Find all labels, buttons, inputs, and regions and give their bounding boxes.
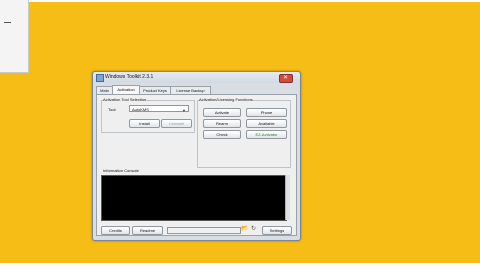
activate-button[interactable]: Activate: [203, 108, 241, 117]
tool-select[interactable]: AutoKMS ▼: [129, 105, 189, 113]
licensing-functions-group-title: Activation/Licensing Functions: [199, 97, 253, 102]
tool-select-value: AutoKMS: [132, 107, 149, 112]
check-button[interactable]: Check: [203, 130, 241, 139]
console-label: Information Console: [103, 168, 139, 173]
folder-icon[interactable]: 📂: [241, 226, 248, 233]
chevron-down-icon: ▼: [182, 108, 186, 113]
information-console[interactable]: [101, 175, 287, 221]
title-bar[interactable]: Windows Toolkit 2.3.1 ✕: [93, 72, 300, 83]
tab-product-keys[interactable]: Product Keys: [139, 86, 171, 94]
tab-main[interactable]: Main: [96, 86, 113, 94]
desktop-bottom-strip: [0, 263, 480, 270]
tab-activation[interactable]: Activation: [112, 85, 140, 94]
activation-tool-group-title: Activation Tool Selection: [103, 97, 147, 102]
app-window: Windows Toolkit 2.3.1 ✕ Main Activation …: [92, 71, 301, 241]
app-icon: [96, 74, 104, 82]
background-window-fragment: [0, 0, 29, 73]
readme-button[interactable]: Readme: [132, 226, 163, 235]
settings-button[interactable]: Settings: [262, 226, 292, 235]
install-button[interactable]: Install: [129, 119, 160, 128]
available-button[interactable]: Available: [246, 119, 287, 128]
phone-button[interactable]: Phone: [246, 108, 287, 117]
window-title: Windows Toolkit 2.3.1: [105, 74, 154, 80]
desktop-top-strip: [0, 0, 480, 2]
rearm-button[interactable]: Rearm: [203, 119, 241, 128]
ez-activator-button[interactable]: EZ-Activator: [246, 130, 287, 139]
console-scrollbar[interactable]: [285, 175, 290, 220]
activation-tab-content: Activation Tool Selection Tool: AutoKMS …: [96, 94, 297, 236]
close-icon: ✕: [283, 75, 289, 81]
uninstall-button[interactable]: Uninstall: [161, 119, 192, 128]
tool-label: Tool:: [108, 107, 117, 112]
background-window-mark: [4, 22, 11, 23]
progress-bar: [167, 227, 241, 234]
refresh-icon[interactable]: ↻: [251, 226, 256, 233]
tab-license-backup[interactable]: License Backup: [170, 86, 211, 94]
credits-button[interactable]: Credits: [101, 226, 130, 235]
close-button[interactable]: ✕: [279, 74, 293, 83]
